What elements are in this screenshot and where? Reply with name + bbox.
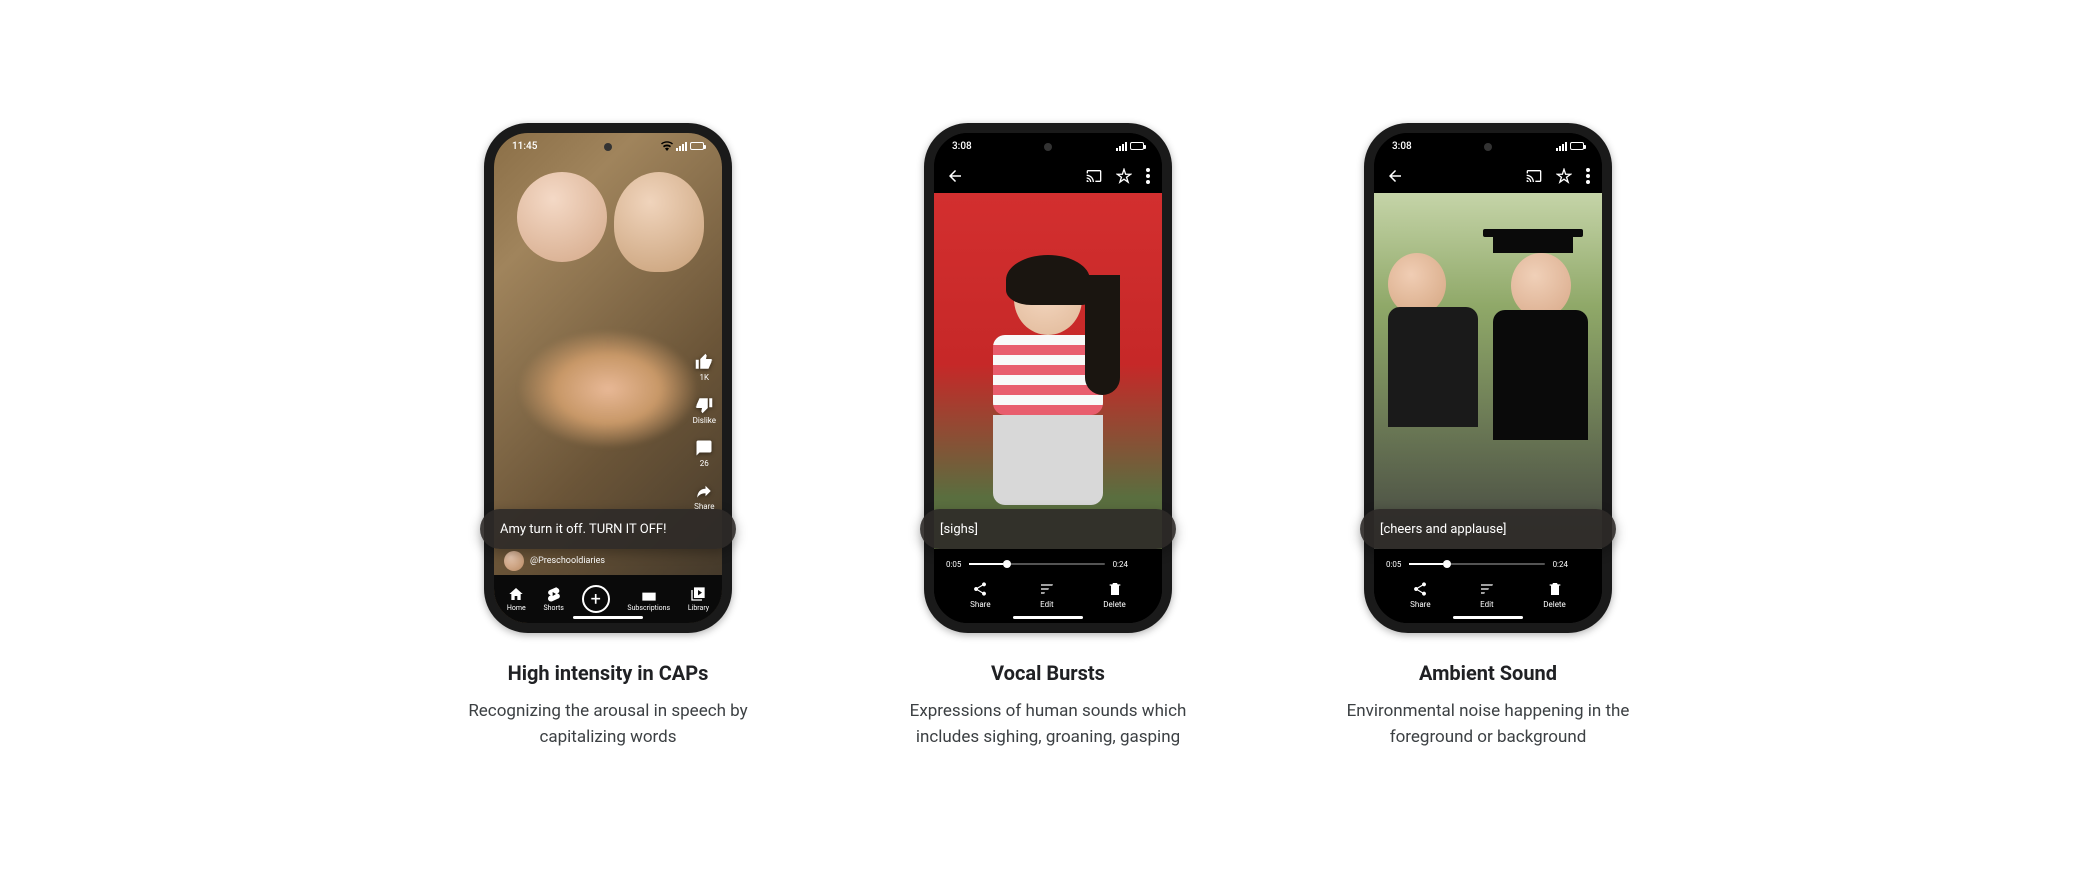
nav-create[interactable]: +	[582, 585, 610, 613]
scrubber[interactable]: 0:05 0:24	[1386, 557, 1590, 571]
caption-bubble: Amy turn it off. TURN IT OFF!	[480, 509, 736, 549]
dislike-button[interactable]: Dislike	[693, 396, 716, 425]
signal-icon	[676, 142, 687, 151]
delete-button[interactable]: Delete	[1543, 581, 1566, 609]
share-button[interactable]: Share	[970, 581, 990, 609]
video-content[interactable]	[494, 133, 722, 623]
wifi-icon	[661, 141, 673, 151]
feature-desc: Environmental noise happening in the for…	[1323, 699, 1653, 750]
camera-notch	[1044, 143, 1052, 151]
nav-subscriptions[interactable]: Subscriptions	[627, 586, 670, 612]
scrubber[interactable]: 0:05 0:24	[946, 557, 1150, 571]
back-icon[interactable]	[1386, 167, 1404, 185]
home-indicator[interactable]	[1453, 616, 1523, 619]
clock: 3:08	[1392, 141, 1412, 152]
feature-desc: Recognizing the arousal in speech by cap…	[443, 699, 773, 750]
screen-1: 11:45 1K Dislike 26 Share	[494, 133, 722, 623]
home-indicator[interactable]	[573, 616, 643, 619]
column-1: 11:45 1K Dislike 26 Share	[443, 123, 773, 750]
clock: 11:45	[512, 141, 537, 152]
share-button[interactable]: Share	[1410, 581, 1430, 609]
home-indicator[interactable]	[1013, 616, 1083, 619]
volume-icon[interactable]	[1576, 557, 1590, 571]
edit-button[interactable]: Edit	[1039, 581, 1055, 609]
cast-icon[interactable]	[1086, 168, 1102, 184]
star-icon[interactable]	[1556, 168, 1572, 184]
shorts-actions: 1K Dislike 26 Share	[693, 353, 716, 511]
delete-button[interactable]: Delete	[1103, 581, 1126, 609]
channel-info[interactable]: @Preschooldiaries	[504, 551, 605, 571]
time-current: 0:05	[946, 560, 961, 569]
volume-icon[interactable]	[1136, 557, 1150, 571]
caption-bubble: [cheers and applause]	[1360, 509, 1616, 549]
wifi-icon	[1101, 141, 1113, 151]
time-total: 0:24	[1113, 560, 1128, 569]
camera-notch	[604, 143, 612, 151]
column-2: 3:08	[883, 123, 1213, 750]
time-current: 0:05	[1386, 560, 1401, 569]
like-button[interactable]: 1K	[693, 353, 716, 382]
feature-title: High intensity in CAPs	[508, 661, 709, 685]
top-bar	[934, 159, 1162, 193]
back-icon[interactable]	[946, 167, 964, 185]
phone-frame-1: 11:45 1K Dislike 26 Share	[484, 123, 732, 633]
signal-icon	[1116, 142, 1127, 151]
feature-title: Ambient Sound	[1419, 661, 1557, 685]
phone-frame-2: 3:08	[924, 123, 1172, 633]
player-controls: 0:05 0:24 Share Edit Delete	[1374, 549, 1602, 623]
nav-home[interactable]: Home	[507, 586, 526, 612]
screen-2: 3:08	[934, 133, 1162, 623]
cast-icon[interactable]	[1526, 168, 1542, 184]
showcase-row: 11:45 1K Dislike 26 Share	[443, 123, 1653, 750]
caption-bubble: [sighs]	[920, 509, 1176, 549]
top-bar	[1374, 159, 1602, 193]
clock: 3:08	[952, 141, 972, 152]
phone-frame-3: 3:08	[1364, 123, 1612, 633]
battery-icon	[1570, 142, 1584, 150]
more-icon[interactable]	[1146, 168, 1150, 184]
signal-icon	[1556, 142, 1567, 151]
comment-button[interactable]: 26	[693, 439, 716, 468]
column-3: 3:08	[1323, 123, 1653, 750]
avatar	[504, 551, 524, 571]
player-controls: 0:05 0:24 Share Edit Delete	[934, 549, 1162, 623]
nav-library[interactable]: Library	[688, 586, 709, 612]
star-icon[interactable]	[1116, 168, 1132, 184]
share-button[interactable]: Share	[693, 482, 716, 511]
feature-desc: Expressions of human sounds which includ…	[883, 699, 1213, 750]
camera-notch	[1484, 143, 1492, 151]
time-total: 0:24	[1553, 560, 1568, 569]
nav-shorts[interactable]: Shorts	[543, 586, 563, 612]
more-icon[interactable]	[1586, 168, 1590, 184]
feature-title: Vocal Bursts	[991, 661, 1105, 685]
channel-handle: @Preschooldiaries	[530, 556, 605, 566]
edit-button[interactable]: Edit	[1479, 581, 1495, 609]
screen-3: 3:08	[1374, 133, 1602, 623]
wifi-icon	[1541, 141, 1553, 151]
battery-icon	[1130, 142, 1144, 150]
battery-icon	[690, 142, 704, 150]
